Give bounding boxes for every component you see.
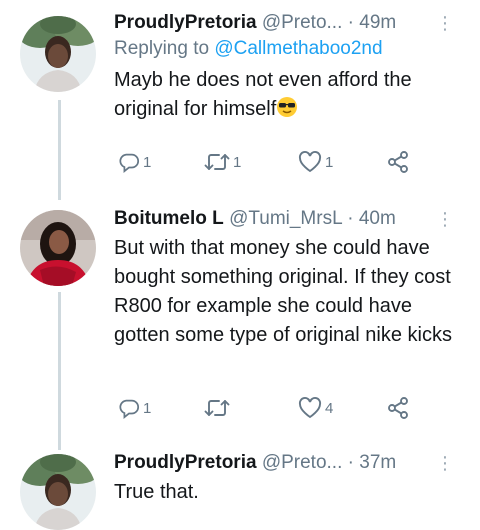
- like-count: 1: [325, 153, 334, 171]
- reply-count: 1: [143, 153, 152, 171]
- timestamp[interactable]: 40m: [359, 208, 396, 229]
- like-button[interactable]: 4: [298, 394, 333, 422]
- tweet-header: Boitumelo L @Tumi_MrsL · 40m ⋮: [114, 206, 470, 232]
- reply-button[interactable]: 1: [118, 394, 151, 422]
- heart-icon: [298, 151, 322, 173]
- tweet-text: But with that money she could have bough…: [114, 237, 452, 346]
- reply-icon: [119, 153, 140, 173]
- more-options-icon[interactable]: ⋮: [436, 450, 454, 476]
- separator-dot: ·: [347, 452, 354, 473]
- mention-link[interactable]: @Callmethaboo2nd: [214, 38, 382, 59]
- heart-icon: [298, 397, 322, 419]
- avatar[interactable]: [20, 454, 96, 530]
- user-handle[interactable]: @Preto...: [262, 12, 343, 33]
- user-handle[interactable]: @Preto...: [262, 452, 343, 473]
- tweet-header: ProudlyPretoria @Preto... · 49m ⋮: [114, 10, 470, 36]
- sunglasses-emoji-icon: [276, 96, 298, 127]
- retweet-icon: [204, 154, 230, 170]
- display-name[interactable]: ProudlyPretoria: [114, 12, 257, 33]
- retweet-button[interactable]: [204, 394, 233, 422]
- avatar[interactable]: [20, 210, 96, 286]
- share-button[interactable]: [386, 394, 410, 422]
- tweet-actions: 1 1 1: [114, 148, 434, 176]
- tweet-text-body: Mayb he does not even afford the origina…: [114, 69, 412, 120]
- user-handle[interactable]: @Tumi_MrsL: [229, 208, 342, 229]
- replying-to-label: Replying to: [114, 38, 215, 59]
- retweet-icon: [204, 400, 230, 416]
- share-icon: [388, 151, 408, 173]
- tweet-actions: 1 4: [114, 394, 434, 422]
- share-icon: [388, 397, 408, 419]
- like-button[interactable]: 1: [298, 148, 333, 176]
- display-name[interactable]: ProudlyPretoria: [114, 452, 257, 473]
- timestamp[interactable]: 37m: [359, 452, 396, 473]
- tweet-header: ProudlyPretoria @Preto... · 37m ⋮: [114, 450, 470, 476]
- timestamp[interactable]: 49m: [359, 12, 396, 33]
- share-button[interactable]: [386, 148, 410, 176]
- separator-dot: ·: [347, 208, 354, 229]
- separator-dot: ·: [347, 12, 354, 33]
- tweet-text: True that.: [114, 481, 199, 503]
- more-options-icon[interactable]: ⋮: [436, 10, 454, 36]
- retweet-count: 1: [233, 153, 242, 171]
- tweet[interactable]: ProudlyPretoria @Preto... · 49m ⋮ Replyi…: [0, 0, 480, 200]
- replying-to: Replying to @Callmethaboo2nd: [114, 36, 470, 62]
- avatar[interactable]: [20, 16, 96, 92]
- display-name[interactable]: Boitumelo L: [114, 208, 224, 229]
- tweet-text: Mayb he does not even afford the origina…: [114, 66, 470, 127]
- reply-icon: [119, 399, 140, 419]
- tweet[interactable]: Boitumelo L @Tumi_MrsL · 40m ⋮ But with …: [0, 200, 480, 446]
- retweet-button[interactable]: 1: [204, 148, 241, 176]
- like-count: 4: [325, 399, 334, 417]
- reply-button[interactable]: 1: [118, 148, 151, 176]
- tweet[interactable]: ProudlyPretoria @Preto... · 37m ⋮ True t…: [0, 446, 480, 530]
- reply-count: 1: [143, 399, 152, 417]
- more-options-icon[interactable]: ⋮: [436, 206, 454, 232]
